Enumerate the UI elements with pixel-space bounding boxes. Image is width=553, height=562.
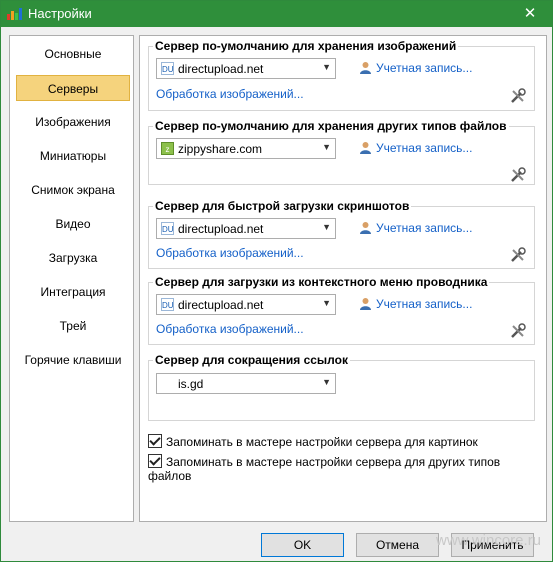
checkbox-checked[interactable] [148, 434, 162, 448]
checkbox-label: Запоминать в мастере настройки сервера д… [148, 455, 501, 483]
nav-item-main[interactable]: Основные [16, 41, 130, 67]
tools-icon[interactable] [510, 88, 526, 104]
user-icon [360, 222, 371, 234]
group-title: Сервер по-умолчанию для хранения других … [155, 119, 507, 133]
server-value: is.gd [178, 377, 204, 391]
tools-icon[interactable] [510, 323, 526, 339]
chevron-down-icon: ▼ [322, 298, 331, 308]
account-link-label: Учетная запись... [376, 61, 473, 75]
server-value: zippyshare.com [178, 142, 263, 156]
settings-nav: Основные Серверы Изображения Миниатюры С… [9, 35, 134, 522]
nav-item-hotkeys[interactable]: Горячие клавиши [16, 347, 130, 373]
nav-item-servers[interactable]: Серверы [16, 75, 130, 101]
close-icon: ✕ [523, 5, 537, 22]
image-processing-link[interactable]: Обработка изображений... [156, 246, 304, 260]
nav-item-screenshot[interactable]: Снимок экрана [16, 177, 130, 203]
url-shortener-group: Сервер для сокращения ссылок is.gd ▼ [148, 353, 535, 421]
server-select[interactable]: z zippyshare.com ▼ [156, 138, 336, 159]
account-link[interactable]: Учетная запись... [359, 221, 472, 235]
group-title: Сервер для сокращения ссылок [155, 353, 348, 367]
tools-icon[interactable] [510, 247, 526, 263]
shortener-select[interactable]: is.gd ▼ [156, 373, 336, 394]
tools-icon[interactable] [510, 167, 526, 183]
account-link-label: Учетная запись... [376, 221, 473, 235]
app-logo-icon [7, 8, 22, 20]
chevron-down-icon: ▼ [322, 62, 331, 72]
checkbox-checked[interactable] [148, 454, 162, 468]
nav-item-images[interactable]: Изображения [16, 109, 130, 135]
file-server-group: Сервер по-умолчанию для хранения других … [148, 119, 535, 185]
directupload-icon: DU [161, 298, 174, 311]
settings-window: Настройки ✕ Основные Серверы Изображения… [0, 0, 553, 562]
server-select[interactable]: DU directupload.net ▼ [156, 58, 336, 79]
account-link[interactable]: Учетная запись... [359, 297, 472, 311]
chevron-down-icon: ▼ [322, 142, 331, 152]
watermark: www.wincore.ru [436, 532, 542, 549]
nav-item-integration[interactable]: Интеграция [16, 279, 130, 305]
window-title: Настройки [28, 6, 92, 21]
image-processing-link[interactable]: Обработка изображений... [156, 322, 304, 336]
image-processing-link[interactable]: Обработка изображений... [156, 87, 304, 101]
close-button[interactable]: ✕ [508, 1, 552, 27]
chevron-down-icon: ▼ [322, 377, 331, 387]
chevron-down-icon: ▼ [322, 222, 331, 232]
group-title: Сервер для загрузки из контекстного меню… [155, 275, 488, 289]
user-icon [360, 62, 371, 74]
zippyshare-icon: z [161, 142, 174, 155]
checkbox-label: Запоминать в мастере настройки сервера д… [166, 435, 478, 449]
server-value: directupload.net [178, 222, 264, 236]
account-link-label: Учетная запись... [376, 297, 473, 311]
server-select[interactable]: DU directupload.net ▼ [156, 218, 336, 239]
quick-screenshot-server-group: Сервер для быстрой загрузки скриншотов D… [148, 199, 535, 269]
cancel-button[interactable]: Отмена [356, 533, 439, 557]
server-select[interactable]: DU directupload.net ▼ [156, 294, 336, 315]
title-bar: Настройки ✕ [1, 1, 552, 27]
nav-item-video[interactable]: Видео [16, 211, 130, 237]
directupload-icon: DU [161, 62, 174, 75]
group-title: Сервер по-умолчанию для хранения изображ… [155, 39, 457, 53]
nav-item-upload[interactable]: Загрузка [16, 245, 130, 271]
remember-image-checkbox[interactable]: Запоминать в мастере настройки сервера д… [148, 434, 478, 449]
account-link-label: Учетная запись... [376, 141, 473, 155]
directupload-icon: DU [161, 222, 174, 235]
context-menu-server-group: Сервер для загрузки из контекстного меню… [148, 275, 535, 345]
image-server-group: Сервер по-умолчанию для хранения изображ… [148, 39, 535, 111]
remember-file-checkbox[interactable]: Запоминать в мастере настройки сервера д… [148, 454, 546, 483]
server-value: directupload.net [178, 298, 264, 312]
servers-panel: Сервер по-умолчанию для хранения изображ… [139, 35, 547, 522]
group-title: Сервер для быстрой загрузки скриншотов [155, 199, 410, 213]
ok-button[interactable]: OK [261, 533, 344, 557]
server-value: directupload.net [178, 62, 264, 76]
account-link[interactable]: Учетная запись... [359, 141, 472, 155]
user-icon [360, 142, 371, 154]
nav-item-tray[interactable]: Трей [16, 313, 130, 339]
account-link[interactable]: Учетная запись... [359, 61, 472, 75]
user-icon [360, 298, 371, 310]
nav-item-thumbnails[interactable]: Миниатюры [16, 143, 130, 169]
